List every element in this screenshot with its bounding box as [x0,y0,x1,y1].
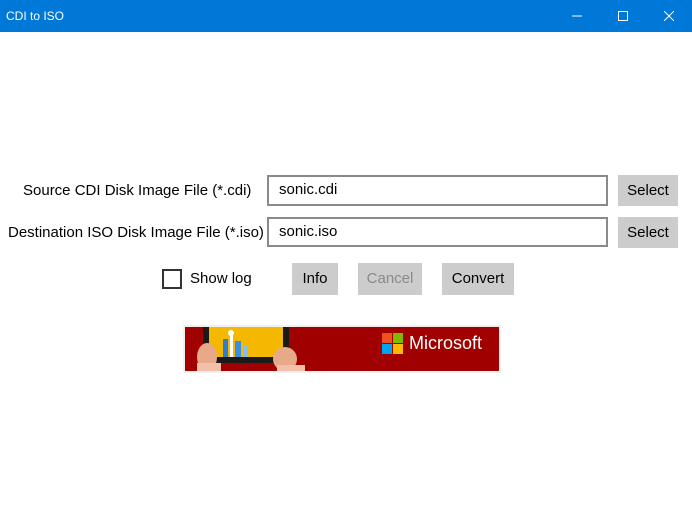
minimize-button[interactable] [554,0,600,32]
close-button[interactable] [646,0,692,32]
show-log-label: Show log [190,270,252,287]
cancel-button[interactable]: Cancel [358,263,422,295]
window-title: CDI to ISO [6,9,65,23]
close-icon [664,11,674,21]
minimize-icon [572,15,582,17]
ad-brand-text: Microsoft [409,333,483,353]
source-file-input[interactable]: sonic.cdi [267,175,608,206]
ad-banner[interactable]: Microsoft [183,325,501,373]
maximize-icon [618,11,628,21]
maximize-button[interactable] [600,0,646,32]
convert-button[interactable]: Convert [442,263,514,295]
source-label: Source CDI Disk Image File (*.cdi) [23,182,252,199]
show-log-checkbox[interactable] [162,269,182,289]
microsoft-logo-icon [382,333,403,354]
info-button[interactable]: Info [292,263,338,295]
source-select-button[interactable]: Select [618,175,678,206]
title-bar: CDI to ISO [0,0,692,32]
destination-select-button[interactable]: Select [618,217,678,248]
destination-file-input[interactable]: sonic.iso [267,217,608,247]
destination-label: Destination ISO Disk Image File (*.iso) [8,224,264,241]
